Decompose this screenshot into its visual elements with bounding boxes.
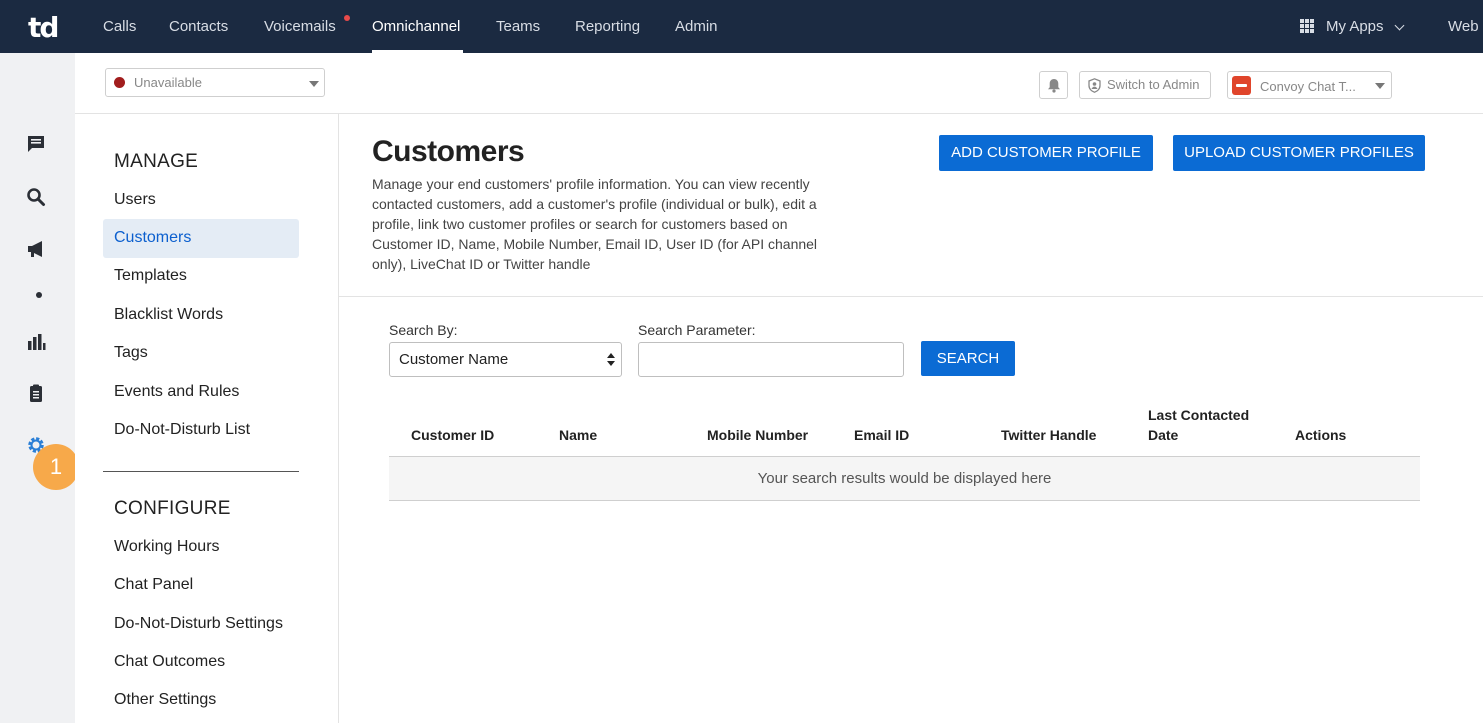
widget-logo-icon (1232, 76, 1251, 95)
voicemail-notification-dot (344, 15, 350, 21)
icon-rail (0, 53, 75, 723)
app-logo[interactable]: td (28, 11, 59, 44)
search-parameter-input[interactable] (638, 342, 904, 377)
status-dot-icon (114, 77, 125, 88)
nav-voicemails[interactable]: Voicemails (264, 0, 336, 53)
select-arrows-icon (607, 353, 615, 367)
notifications-button[interactable] (1039, 71, 1068, 99)
column-header-twitter-handle[interactable]: Twitter Handle (1001, 425, 1096, 445)
menu-item-chat-outcomes[interactable]: Chat Outcomes (114, 653, 225, 671)
nav-omnichannel[interactable]: Omnichannel (372, 0, 460, 53)
caret-down-icon (1375, 83, 1385, 89)
menu-item-other-settings[interactable]: Other Settings (114, 691, 216, 709)
dot-icon[interactable] (26, 285, 46, 305)
my-apps-menu[interactable]: My Apps (1326, 0, 1384, 53)
search-button[interactable]: SEARCH (921, 341, 1015, 376)
page-title: Customers (372, 135, 525, 168)
bell-icon (1048, 79, 1060, 93)
upload-customer-profiles-button[interactable]: UPLOAD CUSTOMER PROFILES (1173, 135, 1425, 171)
configure-section-title: CONFIGURE (114, 498, 231, 519)
shield-user-icon (1088, 78, 1101, 93)
menu-item-users[interactable]: Users (114, 191, 156, 209)
web-menu[interactable]: Web (1448, 0, 1479, 53)
chat-widget-value: Convoy Chat T... (1260, 79, 1356, 94)
menu-item-customers[interactable]: Customers (114, 229, 191, 247)
nav-teams[interactable]: Teams (496, 0, 540, 53)
column-header-customer-id[interactable]: Customer ID (411, 425, 494, 445)
apps-grid-icon[interactable] (1300, 19, 1314, 33)
column-header-name[interactable]: Name (559, 425, 597, 445)
clipboard-icon[interactable] (26, 383, 46, 403)
switch-to-admin-label: Switch to Admin (1107, 77, 1200, 92)
table-empty-row: Your search results would be displayed h… (389, 457, 1420, 501)
column-header-actions: Actions (1295, 427, 1347, 443)
menu-item-blacklist-words[interactable]: Blacklist Words (114, 306, 223, 324)
menu-divider (103, 471, 299, 472)
search-by-value: Customer Name (399, 351, 509, 368)
agent-status-select[interactable]: Unavailable (105, 68, 325, 97)
search-by-select[interactable]: Customer Name (389, 342, 622, 377)
bar-chart-icon[interactable] (26, 332, 46, 352)
menu-item-tags[interactable]: Tags (114, 344, 148, 362)
nav-reporting[interactable]: Reporting (575, 0, 640, 53)
empty-results-message: Your search results would be displayed h… (757, 470, 1052, 487)
search-icon[interactable] (26, 187, 46, 207)
megaphone-icon[interactable] (26, 239, 46, 259)
menu-item-events-and-rules[interactable]: Events and Rules (114, 383, 239, 401)
chat-widget-select[interactable]: Convoy Chat T... (1227, 71, 1392, 99)
search-parameter-label: Search Parameter: (638, 322, 756, 338)
caret-down-icon (309, 81, 319, 87)
add-customer-profile-button[interactable]: ADD CUSTOMER PROFILE (939, 135, 1153, 171)
menu-item-dnd-settings[interactable]: Do-Not-Disturb Settings (114, 615, 283, 633)
nav-contacts[interactable]: Contacts (169, 0, 228, 53)
agent-status-value: Unavailable (134, 75, 202, 90)
menu-item-working-hours[interactable]: Working Hours (114, 538, 220, 556)
menu-item-chat-panel[interactable]: Chat Panel (114, 576, 193, 594)
nav-calls[interactable]: Calls (103, 0, 136, 53)
column-header-last-contacted-date[interactable]: Last Contacted Date (1148, 405, 1258, 445)
chevron-down-icon[interactable] (1394, 20, 1405, 31)
search-by-label: Search By: (389, 322, 458, 338)
menu-item-dnd-list[interactable]: Do-Not-Disturb List (114, 421, 250, 439)
step-badge: 1 (33, 444, 79, 490)
top-nav-bar: td Calls Contacts Voicemails Omnichannel… (0, 0, 1483, 53)
manage-section-title: MANAGE (114, 151, 199, 172)
chat-icon[interactable] (26, 134, 46, 154)
menu-item-templates[interactable]: Templates (114, 267, 187, 285)
switch-to-admin-button[interactable]: Switch to Admin (1079, 71, 1211, 99)
column-header-mobile-number[interactable]: Mobile Number (707, 425, 808, 445)
page-description: Manage your end customers' profile infor… (372, 176, 818, 272)
nav-admin[interactable]: Admin (675, 0, 718, 53)
column-header-email-id[interactable]: Email ID (854, 425, 909, 445)
section-divider (339, 296, 1483, 297)
